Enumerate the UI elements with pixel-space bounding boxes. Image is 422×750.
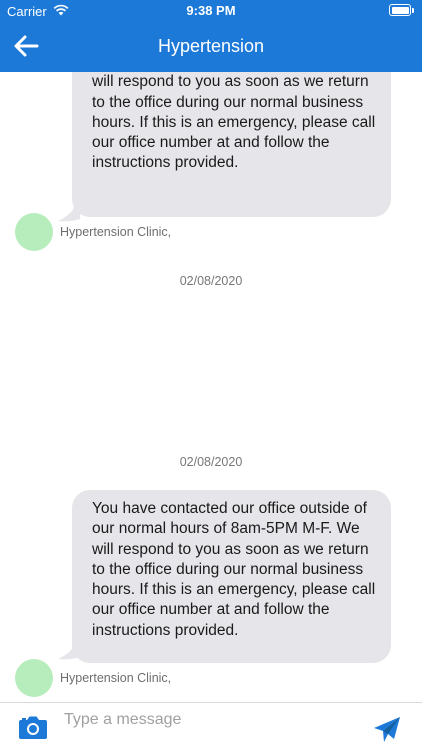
message-text: You have contacted our office outside of… — [92, 500, 376, 639]
nav-bar: Hypertension — [0, 22, 422, 72]
camera-button[interactable] — [18, 714, 48, 740]
sender-name: Hypertension Clinic, — [60, 671, 172, 685]
avatar — [15, 213, 53, 251]
send-button[interactable] — [372, 715, 404, 745]
bubble-tail — [58, 207, 80, 225]
bubble-tail — [58, 645, 80, 663]
sender-name: Hypertension Clinic, — [60, 225, 172, 239]
message-text: our normal hours of 8am-5PM M-F. We will… — [92, 73, 376, 172]
message-input[interactable] — [64, 707, 354, 733]
camera-icon — [18, 716, 48, 744]
send-icon — [372, 717, 402, 749]
page-title: Hypertension — [157, 36, 265, 56]
date-separator: 02/08/2020 — [179, 455, 243, 469]
avatar — [15, 659, 53, 697]
status-bar: Carrier 9:38 PM — [0, 0, 422, 22]
message-composer — [0, 702, 422, 750]
status-time: 9:38 PM — [186, 3, 236, 18]
message-list[interactable]: our normal hours of 8am-5PM M-F. We will… — [0, 72, 422, 704]
app-header: Carrier 9:38 PM Hypertension — [0, 0, 422, 72]
battery-icon — [388, 4, 414, 17]
message-bubble: You have contacted our office outside of… — [72, 490, 391, 663]
message-bubble: our normal hours of 8am-5PM M-F. We will… — [72, 72, 391, 217]
date-separator: 02/08/2020 — [179, 274, 243, 288]
